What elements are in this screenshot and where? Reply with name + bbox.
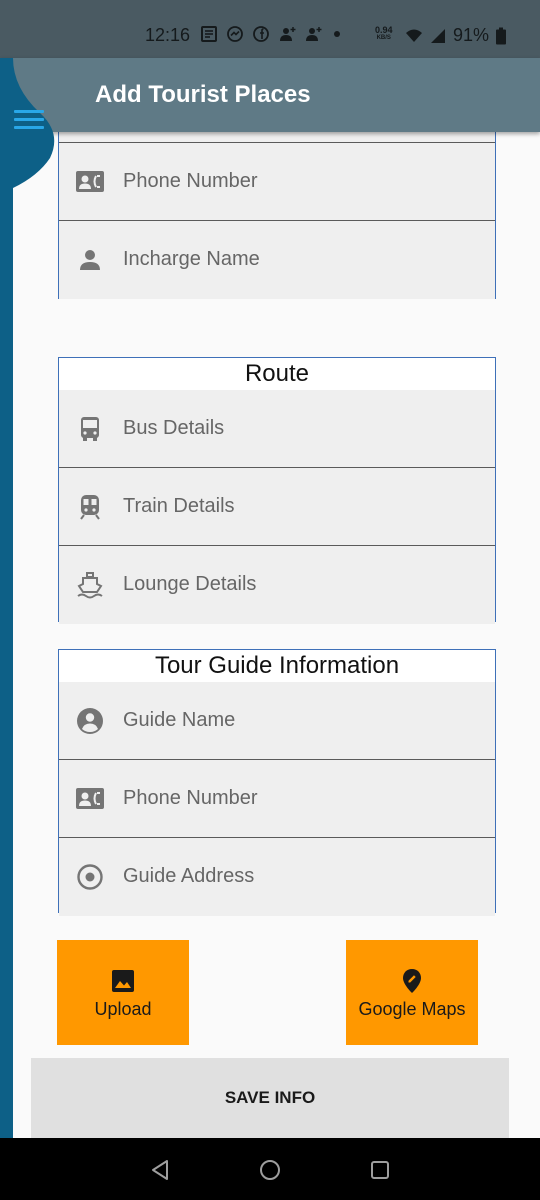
guide-phone-field[interactable]: Phone Number [59, 760, 495, 838]
navigation-bar [0, 1138, 540, 1200]
radio-button-icon [75, 863, 105, 891]
image-icon [110, 968, 136, 994]
menu-line [14, 118, 44, 121]
network-speed-value: 0.94 [375, 25, 393, 35]
contact-phone-icon [75, 785, 105, 813]
route-card: Route Bus Details Train Details Lounge D… [58, 357, 496, 624]
google-maps-button[interactable]: Google Maps [346, 940, 478, 1045]
app-bar: Add Tourist Places [0, 58, 540, 132]
page-title: Add Tourist Places [95, 81, 311, 108]
train-details-field[interactable]: Train Details [59, 468, 495, 546]
drawer-edge[interactable] [0, 58, 13, 1138]
dot-icon [334, 31, 340, 37]
contact-phone-icon [75, 168, 105, 196]
field-label: Lounge Details [123, 573, 257, 595]
guide-address-field[interactable]: Guide Address [59, 838, 495, 916]
status-bar: 12:16 0.94 KB/S 91% [0, 0, 540, 58]
field-label: Guide Name [123, 709, 236, 731]
field-label: Incharge Name [123, 248, 260, 270]
notes-icon [200, 25, 218, 43]
account-circle-icon [75, 707, 105, 735]
field-label: Train Details [123, 495, 235, 517]
lounge-details-field[interactable]: Lounge Details [59, 546, 495, 624]
tour-guide-card: Tour Guide Information Guide Name Phone … [58, 649, 496, 916]
field-label: Guide Address [123, 865, 255, 887]
facebook-icon [252, 25, 270, 43]
home-icon[interactable] [258, 1158, 282, 1182]
guide-name-field[interactable]: Guide Name [59, 682, 495, 760]
ferry-icon [75, 571, 105, 599]
route-title: Route [59, 358, 495, 390]
bus-icon [75, 415, 105, 443]
notification-icons [200, 25, 340, 43]
field-label: Phone Number [123, 170, 258, 192]
google-maps-label: Google Maps [358, 999, 466, 1019]
contact-card: Phone Number Incharge Name [58, 110, 496, 299]
hamburger-menu-icon[interactable] [14, 110, 44, 134]
incharge-name-field[interactable]: Incharge Name [59, 221, 495, 299]
battery-icon [495, 27, 507, 45]
back-icon[interactable] [148, 1158, 172, 1182]
edit-location-icon [399, 968, 425, 994]
train-icon [75, 493, 105, 521]
bus-details-field[interactable]: Bus Details [59, 390, 495, 468]
person-add-icon [278, 25, 296, 43]
menu-line [14, 110, 44, 113]
recent-apps-icon[interactable] [368, 1158, 392, 1182]
phone-number-field[interactable]: Phone Number [59, 143, 495, 221]
battery-percentage: 91% [453, 25, 490, 45]
status-time: 12:16 [145, 25, 191, 45]
network-speed-unit: KB/S [376, 35, 391, 41]
field-label: Phone Number [123, 787, 258, 809]
network-speed: 0.94 KB/S [375, 26, 393, 42]
save-info-button[interactable]: SAVE INFO [31, 1058, 509, 1138]
tour-guide-title: Tour Guide Information [59, 650, 495, 682]
wifi-icon [405, 27, 423, 45]
person-add-icon [304, 25, 322, 43]
upload-button[interactable]: Upload [57, 940, 189, 1045]
system-indicators: 91% [405, 25, 507, 46]
menu-line [14, 126, 44, 129]
field-label: Bus Details [123, 417, 225, 439]
upload-label: Upload [94, 999, 152, 1019]
signal-icon [429, 27, 447, 45]
messenger-icon [226, 25, 244, 43]
person-icon [75, 246, 105, 274]
